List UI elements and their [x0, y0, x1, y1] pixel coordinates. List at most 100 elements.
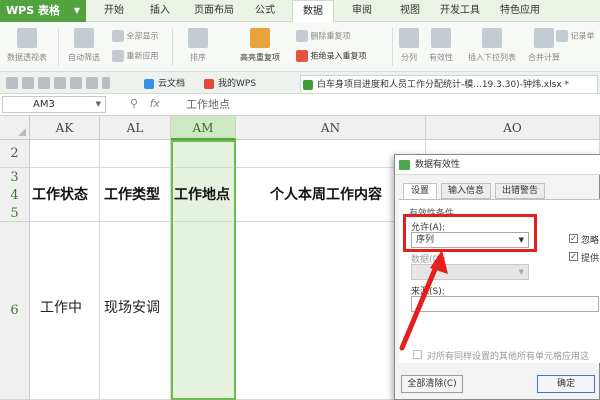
row-header-4[interactable]: 4: [0, 187, 29, 205]
print-preview-icon[interactable]: [22, 77, 34, 89]
tab-input-message[interactable]: 输入信息: [441, 183, 491, 199]
ribbon-divider: [172, 28, 173, 66]
formula-input[interactable]: 工作地点: [182, 96, 598, 113]
auto-filter-button[interactable]: 自动筛选: [62, 28, 106, 63]
source-input[interactable]: [411, 296, 599, 312]
row-header-5[interactable]: 5: [0, 205, 29, 223]
tab-active-file-label: 白车身项目进度和人员工作分配统计-模...19.3.30)-钟炜.xlsx *: [317, 80, 570, 90]
highlight-duplicates-label: 高亮重复项: [240, 53, 280, 62]
dialog-app-icon: [399, 160, 410, 170]
split-column-label: 分列: [401, 53, 417, 62]
menu-tab-formula[interactable]: 公式: [255, 0, 275, 22]
name-box[interactable]: AM3 ▼: [2, 96, 106, 113]
clear-all-button[interactable]: 全部清除(C): [401, 375, 463, 393]
row-header-3-5[interactable]: 3 4 5: [0, 168, 30, 222]
cell-ak6[interactable]: 工作中: [30, 222, 100, 400]
menu-tab-insert[interactable]: 插入: [150, 0, 170, 22]
dialog-title: 数据有效性: [415, 160, 461, 170]
tab-settings[interactable]: 设置: [403, 183, 437, 200]
quick-access-bar: 云文档 我的WPS 白车身项目进度和人员工作分配统计-模...19.3.30)-…: [0, 72, 600, 94]
highlight-duplicates-button[interactable]: 高亮重复项: [226, 28, 294, 63]
ribbon-divider: [58, 28, 59, 66]
tab-my-wps[interactable]: 我的WPS: [202, 75, 256, 93]
column-header-ao[interactable]: AO: [426, 116, 600, 140]
show-all-icon: [112, 30, 124, 42]
reject-duplicates-icon: [296, 50, 308, 62]
reapply-button[interactable]: 重新应用: [112, 50, 159, 62]
dropdown-list-icon: [482, 28, 502, 48]
save-icon[interactable]: [6, 77, 18, 89]
menu-bar: WPS 表格 ▼ 开始 插入 页面布局 公式 数据 审阅 视图 开发工具 特色应…: [0, 0, 600, 22]
ok-button[interactable]: 确定: [537, 375, 595, 393]
insert-dropdown-list-button[interactable]: 插入下拉列表: [462, 28, 522, 63]
print-icon[interactable]: [38, 77, 50, 89]
data-select: ▼: [411, 264, 529, 280]
reject-duplicates-button[interactable]: 拒绝录入重复项: [296, 50, 367, 62]
column-header-am[interactable]: AM: [171, 116, 236, 140]
in-cell-dropdown-label: 提供: [581, 254, 600, 264]
record-form-icon: [556, 30, 568, 42]
in-cell-dropdown-checkbox[interactable]: ✓: [569, 252, 578, 261]
tab-error-alert[interactable]: 出错警告: [495, 183, 545, 199]
zoom-icon[interactable]: ⚲: [130, 97, 138, 110]
row-header-2[interactable]: 2: [0, 140, 30, 168]
selection-outline: [171, 140, 236, 400]
column-header-al[interactable]: AL: [100, 116, 171, 140]
pivot-table-icon: [17, 28, 37, 48]
fx-icon[interactable]: fx: [150, 97, 160, 110]
delete-duplicates-button[interactable]: 删除重复项: [296, 30, 351, 42]
cell-ak2[interactable]: [30, 140, 100, 168]
record-form-label: 记录单: [570, 31, 595, 41]
show-all-button[interactable]: 全部显示: [112, 30, 159, 42]
reapply-icon: [112, 50, 124, 62]
chevron-down-icon: ▼: [73, 6, 80, 15]
cell-header-type[interactable]: 工作类型: [100, 168, 171, 222]
tab-cloud-docs[interactable]: 云文档: [142, 75, 185, 93]
pivot-table-button[interactable]: 数据透视表: [4, 28, 50, 63]
menu-tab-review[interactable]: 审阅: [352, 0, 372, 22]
row-header-6[interactable]: 6: [0, 222, 30, 400]
apply-all-checkbox[interactable]: [413, 350, 422, 359]
sort-icon: [188, 28, 208, 48]
more-icon[interactable]: [102, 77, 110, 89]
menu-tab-data[interactable]: 数据: [292, 0, 334, 22]
validity-button[interactable]: 有效性: [424, 28, 458, 63]
column-header-an[interactable]: AN: [236, 116, 426, 140]
menu-tab-developer[interactable]: 开发工具: [440, 0, 480, 22]
validity-label: 有效性: [429, 53, 453, 62]
ignore-blank-label: 忽略: [581, 236, 600, 246]
menu-tab-page-layout[interactable]: 页面布局: [194, 0, 234, 22]
split-column-button[interactable]: 分列: [396, 28, 422, 63]
chevron-down-icon[interactable]: ▼: [96, 97, 101, 112]
delete-duplicates-label: 删除重复项: [310, 31, 351, 41]
delete-duplicates-icon: [296, 30, 308, 42]
sort-label: 排序: [190, 53, 206, 62]
cell-al6[interactable]: 现场安调: [100, 222, 171, 400]
ribbon-divider: [392, 28, 393, 66]
merge-calc-icon: [534, 28, 554, 48]
export-icon[interactable]: [54, 77, 66, 89]
tab-active-file[interactable]: 白车身项目进度和人员工作分配统计-模...19.3.30)-钟炜.xlsx *: [300, 75, 598, 93]
pivot-table-label: 数据透视表: [7, 53, 47, 62]
apply-all-label: 对所有同样设置的其他所有单元格应用这: [427, 352, 590, 362]
undo-icon[interactable]: [70, 77, 82, 89]
menu-tab-home[interactable]: 开始: [104, 0, 124, 22]
wps-logo-button[interactable]: WPS 表格 ▼: [0, 0, 86, 22]
dialog-titlebar[interactable]: 数据有效性: [395, 155, 600, 175]
sort-button[interactable]: 排序: [176, 28, 220, 63]
row-header-3[interactable]: 3: [0, 169, 29, 187]
formula-tools: ⚲ fx: [130, 97, 160, 110]
ignore-blank-checkbox[interactable]: ✓: [569, 234, 578, 243]
spreadsheet-icon: [303, 80, 313, 90]
cell-header-status[interactable]: 工作状态: [30, 168, 100, 222]
menu-tab-view[interactable]: 视图: [400, 0, 420, 22]
redo-icon[interactable]: [86, 77, 98, 89]
highlight-duplicates-icon: [250, 28, 270, 48]
chevron-down-icon: ▼: [518, 268, 524, 276]
column-header-ak[interactable]: AK: [30, 116, 100, 140]
reject-duplicates-label: 拒绝录入重复项: [310, 51, 367, 61]
record-form-button[interactable]: 记录单: [556, 30, 595, 42]
select-all-corner[interactable]: [0, 116, 30, 140]
cell-al2[interactable]: [100, 140, 171, 168]
menu-tab-special[interactable]: 特色应用: [500, 0, 540, 22]
